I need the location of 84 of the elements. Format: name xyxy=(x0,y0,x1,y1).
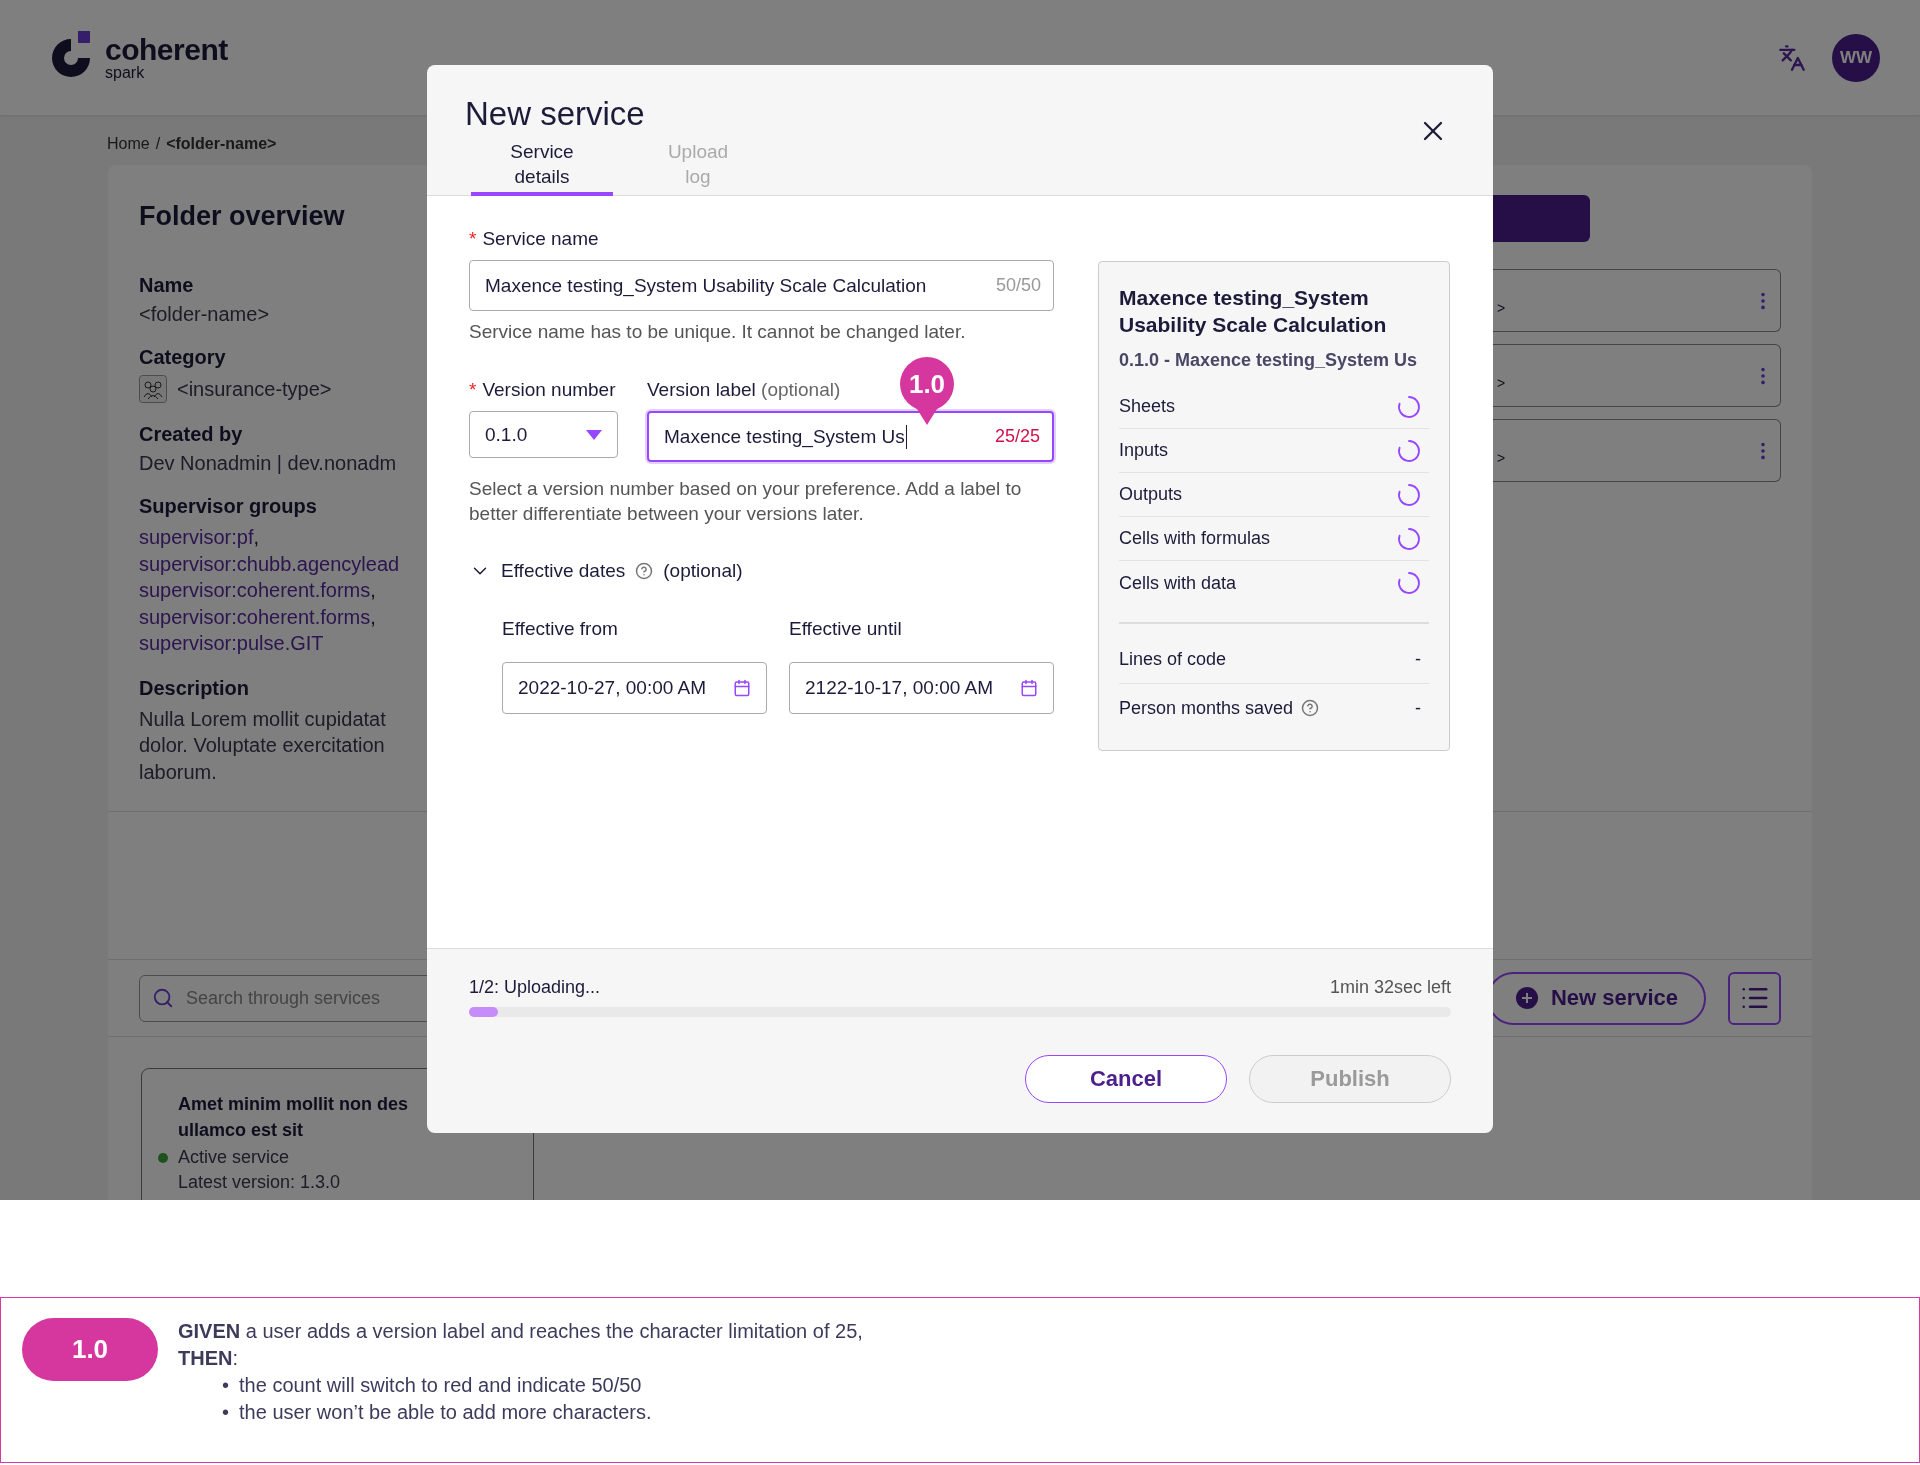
breadcrumb-link[interactable]: Home xyxy=(107,135,150,165)
summary-title: Maxence testing_System Usability Scale Calculation xyxy=(1119,285,1388,338)
row-text: > xyxy=(1497,299,1506,316)
bullet-mark: • xyxy=(222,1373,229,1398)
field-label: Category xyxy=(139,346,227,369)
metric-value: - xyxy=(1415,697,1421,719)
user-avatar[interactable]: WW xyxy=(1832,33,1880,82)
list-view-button[interactable] xyxy=(1728,971,1781,1025)
search-icon xyxy=(152,987,174,1009)
field-value: <folder-name> xyxy=(139,303,271,326)
field-value: <insurance-type> xyxy=(177,377,332,401)
version-select[interactable]: 0.1.0 xyxy=(469,411,618,458)
stat-label: Inputs xyxy=(1119,440,1169,461)
service-version: Latest version: 1.3.0 xyxy=(178,1172,342,1193)
group-link[interactable]: supervisor:chubb.agencylead xyxy=(139,552,400,575)
field-label: Service name xyxy=(482,228,599,250)
upload-status: 1/2: Uploading... xyxy=(469,977,601,998)
stat-label: Sheets xyxy=(1119,396,1176,417)
calendar-icon xyxy=(1020,679,1038,697)
bullet-text: the count will switch to red and indicate 50/50 xyxy=(239,1373,642,1398)
group-link[interactable]: supervisor:coherent.forms xyxy=(139,579,371,601)
logo-wordmark: coherent xyxy=(105,34,228,65)
group-link[interactable]: supervisor:coherent.forms xyxy=(139,605,371,628)
field-label: Version label (optional) xyxy=(647,379,841,401)
time-left: 1min 32sec left xyxy=(1329,977,1451,998)
character-count: 50/50 xyxy=(995,275,1041,296)
service-status: Active service xyxy=(178,1147,290,1168)
caret-icon xyxy=(586,429,602,440)
logo-subtitle: spark xyxy=(105,64,146,81)
people-icon xyxy=(139,375,167,403)
text-field[interactable]: Maxence testing_System Usability Scale Calculation 50/50 xyxy=(469,260,1054,311)
service-title: Amet minim mollit non des ullamco est sit xyxy=(178,1093,410,1142)
annotation-text: GIVEN a user adds a version label and reaches the character limitation of 25, xyxy=(178,1319,863,1344)
stat-label: Cells with data xyxy=(1119,572,1237,594)
metric-label: Lines of code xyxy=(1119,649,1227,670)
field-label: Version number xyxy=(482,379,616,401)
section-title: Folder overview xyxy=(139,201,346,232)
field-value: Dev Nonadmin | dev.nonadm xyxy=(139,452,398,475)
modal-title: New service xyxy=(465,95,646,133)
breadcrumb-link[interactable]: <folder-name> xyxy=(166,135,277,165)
field-label: Effective from xyxy=(502,618,618,640)
row-text: > xyxy=(1497,449,1506,466)
required-mark: * xyxy=(469,379,477,401)
version-row[interactable]: > xyxy=(1493,419,1781,482)
help-icon xyxy=(1301,699,1320,717)
status-dot xyxy=(158,1152,168,1163)
field-label: Effective until xyxy=(789,618,902,640)
bullet-text: the user won’t be able to add more characters. xyxy=(239,1400,652,1425)
field-label: Name xyxy=(139,274,195,297)
annotation-text: THEN: xyxy=(178,1346,239,1371)
translate-icon[interactable] xyxy=(1778,43,1806,72)
footer-button[interactable]: Cancel xyxy=(1025,1055,1227,1103)
description-text: Nulla Lorem mollit cupidatat dolor. Voluptate exercitation laborum. xyxy=(139,706,387,785)
date-field[interactable]: 2022-10-27, 00:00 AM xyxy=(502,662,767,714)
metric-label: Person months saved xyxy=(1119,697,1294,719)
text-field[interactable]: Maxence testing_System Us 25/25 xyxy=(647,411,1054,462)
breadcrumb-separator: / xyxy=(155,135,161,154)
search-placeholder: Search through services xyxy=(186,987,381,1009)
field-label: Created by xyxy=(139,423,244,446)
character-count: 25/25 xyxy=(994,426,1040,447)
group-link[interactable]: supervisor:pf xyxy=(139,526,254,548)
summary-subtitle: 0.1.0 - Maxence testing_System Us xyxy=(1119,349,1419,372)
field-label: Supervisor groups xyxy=(139,495,318,518)
required-mark: * xyxy=(469,228,477,250)
row-text: > xyxy=(1497,374,1506,391)
version-row[interactable]: > xyxy=(1493,269,1781,332)
help-icon xyxy=(635,562,654,580)
plus-icon xyxy=(1514,986,1539,1010)
field-label: Description xyxy=(139,676,251,700)
help-text: Service name has to be unique. It cannot be changed later. xyxy=(469,320,967,344)
separator-text: , xyxy=(370,605,376,628)
effective-dates-toggle[interactable]: Effective dates (optional) xyxy=(469,560,743,582)
separator-text: , xyxy=(370,579,376,601)
stat-label: Outputs xyxy=(1119,484,1183,505)
stat-label: Cells with formulas xyxy=(1119,528,1271,549)
separator-text: , xyxy=(253,526,260,548)
bullet-mark: • xyxy=(222,1400,229,1425)
annotation-badge: 1.0 xyxy=(22,1318,158,1381)
date-field[interactable]: 2122-10-17, 00:00 AM xyxy=(789,662,1054,714)
help-text: Select a version number based on your preference. Add a label to better differentiate between your versions later. xyxy=(469,477,1023,526)
version-row[interactable]: > xyxy=(1493,344,1781,407)
metric-value: - xyxy=(1415,649,1421,670)
calendar-icon xyxy=(733,679,751,697)
group-link[interactable]: supervisor:pulse.GIT xyxy=(139,632,324,654)
